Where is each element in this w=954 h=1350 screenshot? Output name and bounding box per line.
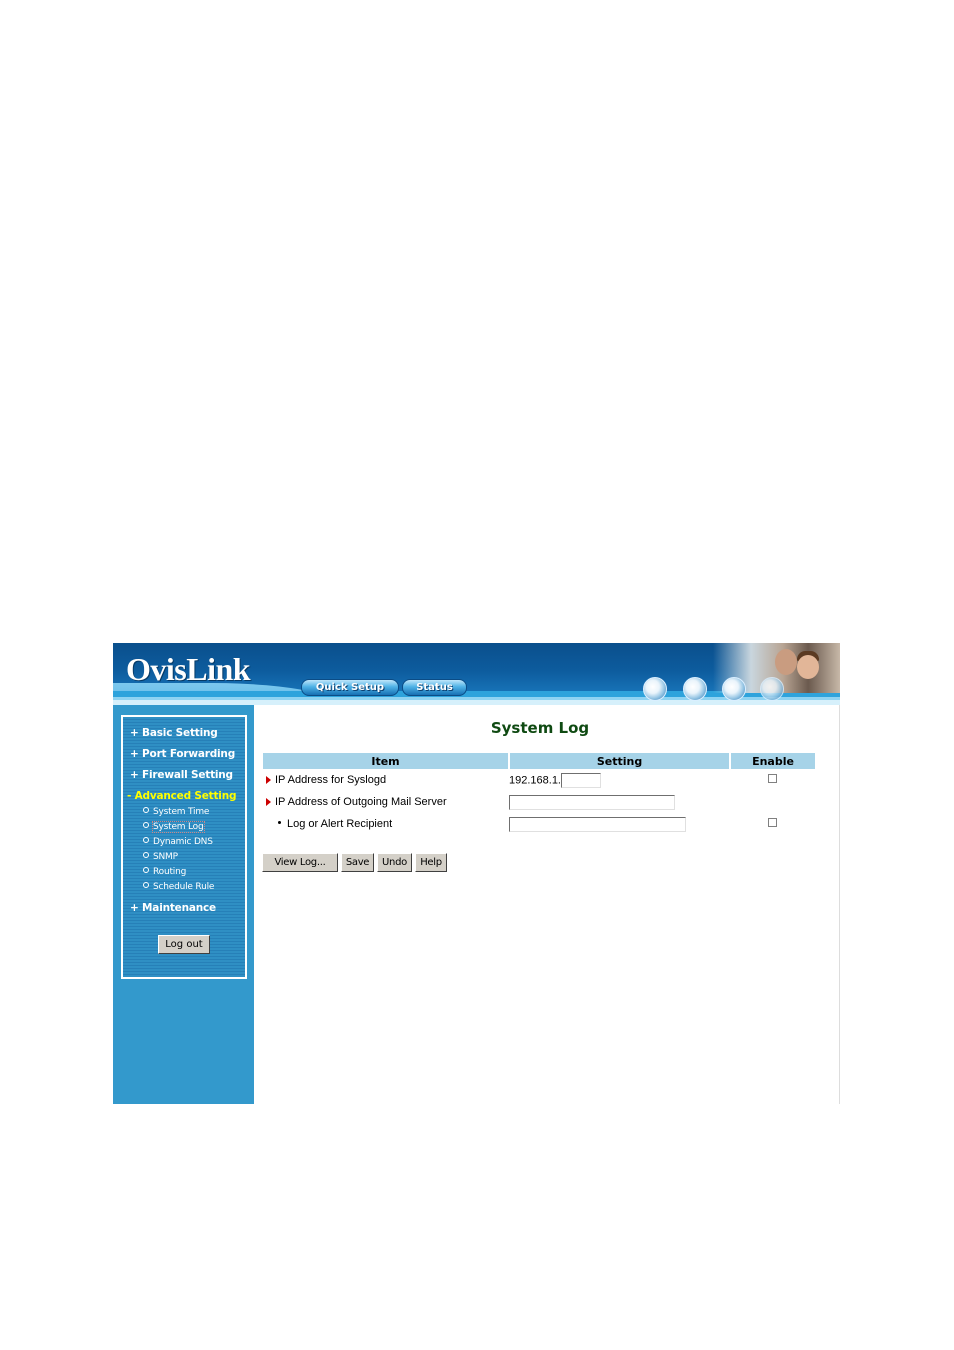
header-item: Item (263, 753, 510, 769)
row-label-cell: IP Address for Syslogd (263, 769, 509, 791)
page-title: System Log (490, 719, 590, 737)
bullet-icon (143, 882, 149, 888)
sidebar: + Basic Setting + Port Forwarding + Fire… (113, 705, 254, 1104)
sidebar-item-advanced-setting[interactable]: - Advanced Setting (127, 790, 236, 802)
row-label: IP Address of Outgoing Mail Server (275, 796, 447, 808)
submenu-item-system-time[interactable]: System Time (143, 807, 209, 817)
bullet-icon (143, 807, 149, 813)
view-log-button[interactable]: View Log... (262, 853, 338, 872)
syslogd-ip-input[interactable] (561, 772, 601, 788)
table-row: IP Address of Outgoing Mail Server (263, 791, 815, 813)
globe-icon (722, 677, 746, 701)
sidebar-item-firewall-setting[interactable]: + Firewall Setting (130, 769, 233, 781)
row-enable-cell (730, 791, 815, 813)
bullet-icon (143, 822, 149, 828)
row-setting-cell (509, 813, 730, 835)
sidebar-menu: + Basic Setting + Port Forwarding + Fire… (121, 715, 247, 979)
arrow-right-icon (266, 798, 271, 806)
header-enable: Enable (730, 753, 815, 769)
header-setting: Setting (509, 753, 731, 769)
row-label: IP Address for Syslogd (275, 774, 387, 786)
main-content: System Log Item Setting Enable IP Addres… (254, 705, 840, 1104)
globe-icon (683, 677, 707, 701)
table-header-row: Item Setting Enable (263, 753, 815, 769)
photo-child (797, 655, 819, 679)
row-setting-cell (509, 791, 730, 813)
globe-icon (643, 677, 667, 701)
undo-button[interactable]: Undo (377, 853, 412, 872)
bullet-dot-icon (278, 821, 281, 824)
mail-server-input[interactable] (509, 794, 675, 810)
row-enable-cell (730, 813, 815, 835)
submenu-label: System Time (153, 807, 210, 817)
submenu-item-dynamic-dns[interactable]: Dynamic DNS (143, 837, 213, 847)
bullet-icon (143, 867, 149, 873)
submenu-label: Dynamic DNS (153, 837, 213, 847)
submenu-label: System Log (152, 821, 205, 833)
row-enable-cell (730, 769, 815, 791)
recipient-enable-checkbox[interactable] (768, 818, 777, 827)
submenu-label: Schedule Rule (153, 882, 215, 892)
row-setting-cell: 192.168.1. (509, 769, 730, 791)
syslogd-enable-checkbox[interactable] (768, 774, 777, 783)
row-label-cell: IP Address of Outgoing Mail Server (263, 791, 509, 813)
bullet-icon (143, 852, 149, 858)
status-button[interactable]: Status (402, 679, 467, 696)
row-label-cell: Log or Alert Recipient (263, 813, 509, 835)
help-button[interactable]: Help (415, 853, 447, 872)
row-label: Log or Alert Recipient (287, 818, 393, 830)
submenu-item-snmp[interactable]: SNMP (143, 852, 178, 862)
photo-person (775, 649, 797, 675)
arrow-right-icon (266, 776, 271, 784)
bullet-icon (143, 837, 149, 843)
globe-icon (760, 677, 784, 701)
sidebar-item-maintenance[interactable]: + Maintenance (130, 902, 216, 914)
table-row: IP Address for Syslogd 192.168.1. (263, 769, 815, 791)
submenu-label: Routing (153, 867, 187, 877)
submenu-item-routing[interactable]: Routing (143, 867, 186, 877)
ip-prefix: 192.168.1. (509, 773, 561, 786)
settings-table: Item Setting Enable IP Address for Syslo… (263, 753, 815, 835)
sidebar-item-port-forwarding[interactable]: + Port Forwarding (130, 748, 235, 760)
router-admin-window: OvisLink Quick Setup Status + Basic Sett… (113, 643, 840, 1104)
header-banner: OvisLink Quick Setup Status (113, 643, 840, 705)
sidebar-item-basic-setting[interactable]: + Basic Setting (130, 727, 218, 739)
submenu-label: SNMP (153, 852, 178, 862)
submenu-item-system-log[interactable]: System Log (143, 821, 205, 833)
logout-button[interactable]: Log out (158, 935, 210, 954)
table-row: Log or Alert Recipient (263, 813, 815, 835)
recipient-input[interactable] (509, 816, 686, 832)
quick-setup-button[interactable]: Quick Setup (301, 679, 399, 696)
brand-logo: OvisLink (126, 651, 251, 687)
submenu-item-schedule-rule[interactable]: Schedule Rule (143, 882, 214, 892)
save-button[interactable]: Save (341, 853, 374, 872)
